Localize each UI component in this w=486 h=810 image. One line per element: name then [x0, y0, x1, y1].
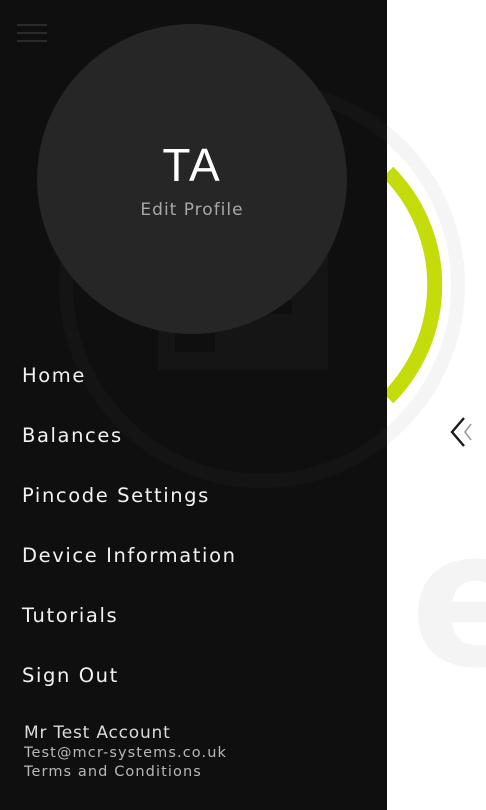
navigation-drawer: TA Edit Profile Home Balances Pincode Se… — [0, 0, 387, 810]
account-info: Mr Test Account Test@mcr-systems.co.uk T… — [24, 722, 227, 782]
menu-bar — [17, 32, 47, 34]
nav-item-tutorials[interactable]: Tutorials — [22, 592, 237, 652]
nav-item-device-information[interactable]: Device Information — [22, 532, 237, 592]
nav-item-pincode-settings[interactable]: Pincode Settings — [22, 472, 237, 532]
account-email-link[interactable]: Test@mcr-systems.co.uk — [24, 744, 227, 763]
menu-bar — [17, 40, 47, 42]
balance-ring-progress — [382, 166, 443, 404]
nav-item-sign-out[interactable]: Sign Out — [22, 652, 237, 712]
edit-profile-link[interactable]: Edit Profile — [37, 200, 347, 220]
profile-initials: TA — [162, 139, 222, 191]
nav-item-balances[interactable]: Balances — [22, 412, 237, 472]
profile-avatar[interactable]: TA Edit Profile — [37, 24, 347, 334]
account-name: Mr Test Account — [24, 723, 171, 743]
nav-item-home[interactable]: Home — [22, 352, 237, 412]
brand-watermark: es — [410, 489, 486, 710]
terms-and-conditions-link[interactable]: Terms and Conditions — [24, 763, 227, 782]
menu-bar — [17, 24, 47, 26]
nav-menu: Home Balances Pincode Settings Device In… — [22, 352, 237, 712]
chevron-left-icon[interactable] — [446, 414, 476, 450]
hamburger-menu-icon[interactable] — [17, 24, 47, 46]
